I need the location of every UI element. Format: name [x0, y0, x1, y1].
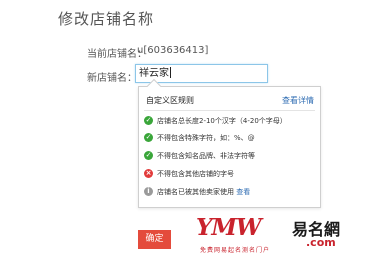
text-caret [170, 67, 171, 78]
watermark-domain: .com [306, 236, 336, 249]
confirm-button[interactable]: 确定 [138, 230, 171, 249]
watermark-slogan: 免费网易起名测名门户 [200, 247, 271, 254]
rule-item: ✓ 店铺名总长度2-10个汉字（4-20个字母） [144, 115, 316, 129]
new-name-input-value: 祥云家 [139, 68, 169, 79]
rule-item: i 店铺名已被其他卖家使用 查看 [144, 186, 316, 200]
rule-text: 不得包含知名品牌、非法字符等 [157, 152, 255, 160]
rules-details-link[interactable]: 查看详情 [282, 95, 314, 106]
rule-text-main: 店铺名已被其他卖家使用 [157, 188, 234, 196]
rules-header: 自定义区规则 查看详情 [139, 87, 320, 111]
cross-icon: × [144, 169, 153, 178]
view-link[interactable]: 查看 [236, 188, 250, 196]
rule-text: 店铺名已被其他卖家使用 查看 [157, 186, 250, 198]
new-name-label: 新店铺名： [87, 73, 137, 84]
check-icon: ✓ [144, 151, 153, 160]
check-icon: ✓ [144, 116, 153, 125]
page-title: 修改店铺名称 [58, 10, 155, 28]
info-icon: i [144, 187, 153, 196]
rule-text: 不得包含特殊字符，如：%、@ [157, 134, 255, 142]
name-rules-panel: 自定义区规则 查看详情 ✓ 店铺名总长度2-10个汉字（4-20个字母） ✓ 不… [138, 78, 321, 208]
rule-text: 店铺名总长度2-10个汉字（4-20个字母） [157, 117, 287, 125]
rules-title: 自定义区规则 [146, 96, 194, 105]
rule-item: ✓ 不得包含特殊字符，如：%、@ [144, 132, 316, 146]
rule-item: ✓ 不得包含知名品牌、非法字符等 [144, 150, 316, 164]
watermark-brand: YMW [196, 214, 262, 241]
current-name-value: u[603636413] [137, 45, 209, 56]
rules-divider [144, 110, 315, 111]
check-icon: ✓ [144, 133, 153, 142]
rule-text: 不得包含其他店铺的字号 [157, 170, 234, 178]
watermark-logo: YMW 易名網 .com 免费网易起名测名门户 [196, 214, 368, 258]
rule-item: × 不得包含其他店铺的字号 [144, 168, 316, 182]
